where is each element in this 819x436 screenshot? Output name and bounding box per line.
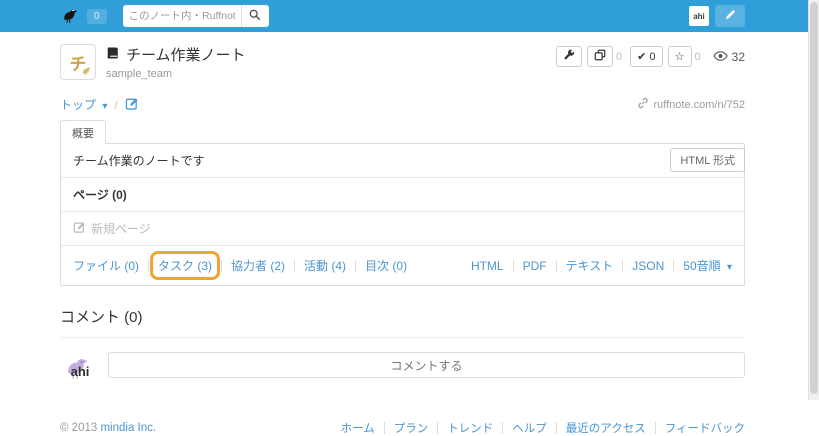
toc-link[interactable]: 目次 (0) (365, 257, 407, 274)
search-icon (249, 9, 261, 24)
note-avatar[interactable]: チ (60, 44, 96, 80)
pencil-icon (724, 8, 737, 24)
tasks-link[interactable]: タスク (3) (158, 259, 212, 273)
company-link[interactable]: mindia Inc. (100, 422, 156, 434)
divider (673, 260, 674, 272)
star-count: 0 (692, 51, 704, 63)
panel-footer-links: ファイル (0) タスク (3) 協力者 (2) 活動 (4) 目次 (0) H… (61, 245, 744, 285)
watch-count: 0 (649, 51, 655, 63)
search-group (123, 5, 269, 27)
search-input[interactable] (123, 5, 241, 27)
pages-section-header: ページ (0) (61, 177, 744, 211)
edit-breadcrumb-button[interactable] (125, 97, 139, 113)
book-icon (106, 46, 120, 64)
comment-user-avatar[interactable]: ahi (60, 352, 100, 390)
comments-section: コメント (0) ahi コメントする (60, 306, 745, 390)
divider (556, 260, 557, 272)
note-permalink[interactable]: ruffnote.com/n/752 (653, 99, 745, 111)
note-subtitle: sample_team (106, 68, 246, 80)
tab-overview[interactable]: 概要 (60, 120, 106, 144)
tasks-link-highlight: タスク (3) (158, 257, 212, 274)
activity-link[interactable]: 活動 (4) (304, 257, 346, 274)
scrollbar-thumb[interactable] (810, 2, 818, 394)
star-button[interactable]: ☆ (668, 46, 692, 67)
check-icon: ✔ (637, 50, 646, 63)
footer-help-link[interactable]: ヘルプ (512, 420, 547, 436)
add-comment-button[interactable]: コメントする (108, 352, 745, 378)
fork-button[interactable] (587, 46, 613, 67)
comment-avatar-label: ahi (71, 364, 90, 379)
note-header: チ チーム作業ノート sample_team (60, 44, 745, 80)
overview-panel: 概要 チーム作業のノートです HTML 形式 ページ (0) 新規ページ ファイ… (60, 119, 745, 286)
ruffnote-logo[interactable] (60, 6, 79, 27)
footer-trend-link[interactable]: トレンド (447, 420, 493, 436)
divider (294, 260, 295, 272)
note-description-row: チーム作業のノートです HTML 形式 (61, 144, 744, 177)
collaborators-link[interactable]: 協力者 (2) (231, 257, 285, 274)
comments-heading: コメント (0) (60, 306, 745, 327)
copyright-text: © 2013 (60, 422, 97, 434)
view-count: 32 (732, 50, 745, 64)
fork-count: 0 (613, 51, 625, 63)
notification-badge[interactable]: 0 (87, 9, 107, 24)
breadcrumb: トップ ▾ / ruffnote.com/n/752 (60, 96, 745, 113)
pencil-square-icon (73, 221, 86, 236)
eye-icon (713, 50, 728, 64)
user-avatar[interactable]: ahi (689, 6, 709, 26)
vertical-scrollbar[interactable] (808, 0, 819, 400)
divider (502, 422, 503, 434)
new-page-link[interactable]: 新規ページ (61, 211, 744, 245)
export-json-link[interactable]: JSON (632, 259, 664, 273)
note-description: チーム作業のノートです (73, 154, 205, 168)
note-toolbar: 0 ✔ 0 ☆ 0 32 (556, 46, 745, 67)
settings-button[interactable] (556, 46, 582, 67)
search-button[interactable] (241, 5, 269, 27)
watch-button[interactable]: ✔ 0 (630, 46, 662, 67)
footer-home-link[interactable]: ホーム (341, 420, 375, 436)
divider (355, 260, 356, 272)
export-html-link[interactable]: HTML (471, 259, 504, 273)
divider (148, 260, 149, 272)
footer-plan-link[interactable]: プラン (394, 420, 429, 436)
link-icon (637, 97, 649, 112)
new-note-button[interactable] (715, 5, 745, 27)
breadcrumb-separator: / (114, 98, 117, 112)
avatar-bird-icon (81, 65, 92, 76)
chevron-down-icon: ▾ (727, 262, 732, 273)
files-link[interactable]: ファイル (0) (73, 257, 139, 274)
topbar: 0 ahi (0, 0, 819, 32)
divider (655, 422, 656, 434)
star-icon: ☆ (675, 50, 685, 63)
html-format-button[interactable]: HTML 形式 (670, 148, 745, 172)
divider (60, 337, 745, 338)
divider (556, 422, 557, 434)
export-pdf-link[interactable]: PDF (523, 259, 547, 273)
footer-recent-access-link[interactable]: 最近のアクセス (566, 420, 646, 436)
divider (221, 260, 222, 272)
sort-order-dropdown[interactable]: 50音順 ▾ (683, 257, 732, 274)
note-title: チーム作業ノート (126, 44, 246, 65)
breadcrumb-top-link[interactable]: トップ ▾ (60, 96, 107, 113)
divider (513, 260, 514, 272)
export-text-link[interactable]: テキスト (566, 257, 614, 274)
divider (622, 260, 623, 272)
divider (384, 422, 385, 434)
wrench-icon (563, 49, 575, 64)
fork-copy-icon (594, 49, 606, 64)
divider (437, 422, 438, 434)
bird-logo-icon (60, 6, 79, 27)
chevron-down-icon: ▾ (102, 101, 107, 112)
footer-feedback-link[interactable]: フィードバック (665, 420, 745, 436)
pencil-square-icon (125, 99, 139, 113)
page-footer: © 2013 mindia Inc. ホーム プラン トレンド ヘルプ 最近のア… (60, 420, 745, 436)
